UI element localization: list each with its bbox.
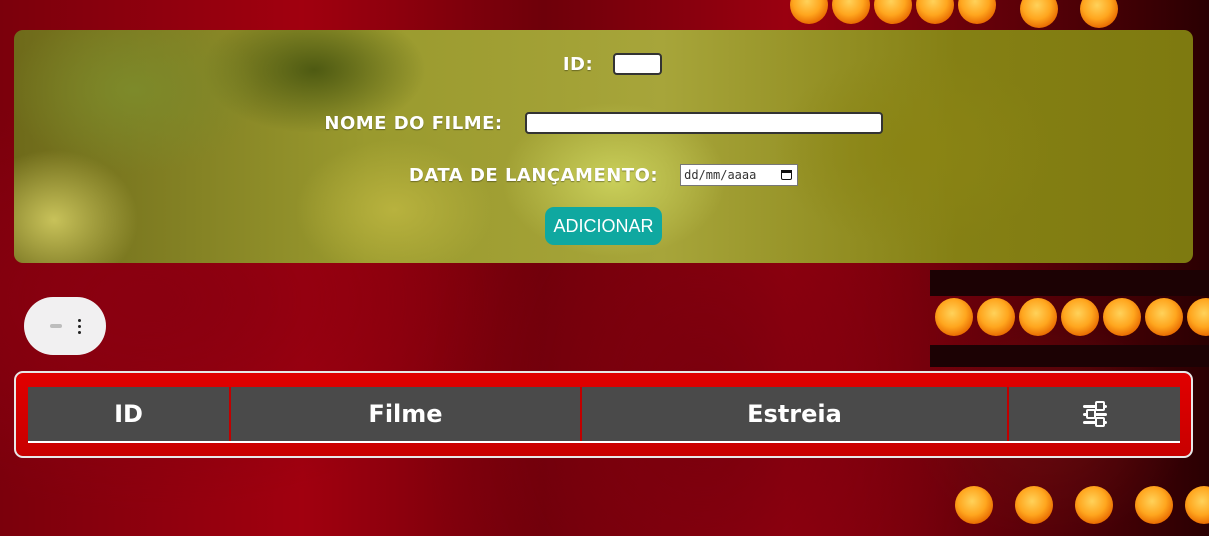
column-header-id: ID	[28, 387, 231, 441]
menu-toggle-button[interactable]	[24, 297, 106, 355]
movies-table-container: ID Filme Estreia	[14, 371, 1193, 458]
release-date-placeholder: dd/mm/aaaa	[684, 168, 757, 182]
column-header-settings[interactable]	[1009, 387, 1180, 441]
add-button[interactable]: ADICIONAR	[545, 207, 662, 245]
movie-name-row: NOME DO FILME:	[14, 111, 1193, 135]
id-label: ID:	[562, 53, 594, 75]
add-row: ADICIONAR	[14, 206, 1193, 246]
release-date-row: DATA DE LANÇAMENTO: dd/mm/aaaa	[14, 163, 1193, 187]
movie-form-panel: ID: NOME DO FILME: DATA DE LANÇAMENTO: d…	[14, 30, 1193, 263]
kebab-menu-icon	[77, 318, 81, 334]
calendar-icon[interactable]	[780, 168, 794, 182]
sliders-icon[interactable]	[1082, 401, 1107, 427]
minus-icon	[49, 324, 62, 328]
release-date-label: DATA DE LANÇAMENTO:	[408, 164, 659, 186]
id-row: ID:	[14, 52, 1193, 76]
movie-name-input[interactable]	[524, 112, 883, 134]
movies-table-header: ID Filme Estreia	[28, 387, 1180, 443]
id-input[interactable]	[613, 53, 663, 75]
column-header-filme: Filme	[231, 387, 582, 441]
column-header-estreia: Estreia	[582, 387, 1009, 441]
movie-name-label: NOME DO FILME:	[324, 112, 503, 134]
release-date-input[interactable]: dd/mm/aaaa	[680, 164, 799, 186]
